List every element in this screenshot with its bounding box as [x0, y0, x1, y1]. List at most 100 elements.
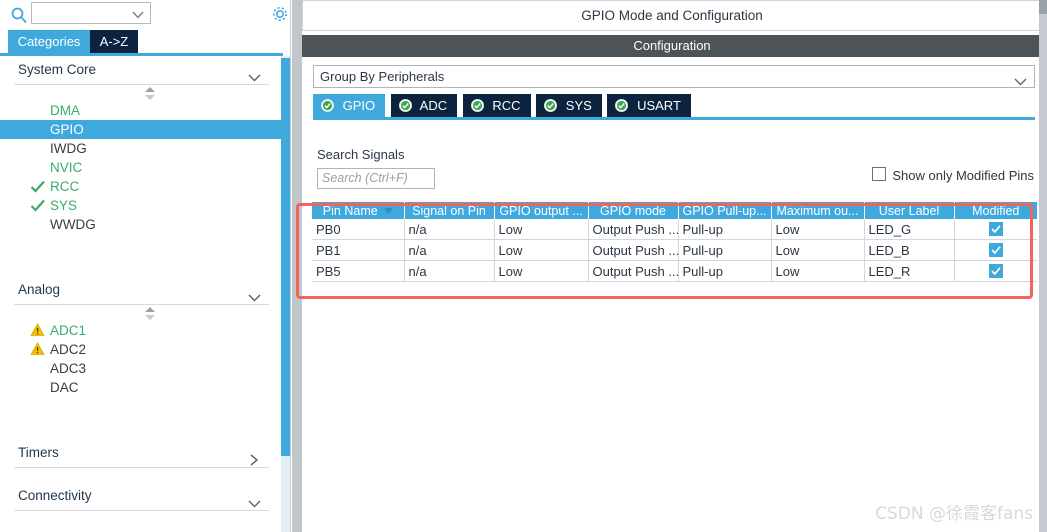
table-empty-row	[312, 282, 1037, 304]
cell-signal-on-pin: n/a	[404, 219, 495, 240]
tree-item-adc3[interactable]: ADC3	[14, 359, 269, 378]
tab-label: SYS	[565, 98, 592, 113]
tree-item-label: RCC	[50, 179, 80, 194]
check-icon	[30, 179, 46, 194]
cell-gpio-output[interactable]: Low	[494, 219, 589, 240]
cell-modified	[954, 260, 1037, 282]
show-only-modified-checkbox[interactable]	[872, 167, 887, 181]
tab-categories[interactable]: Categories	[8, 30, 90, 53]
tab-sys[interactable]: SYS	[536, 94, 602, 117]
tree-item-sys[interactable]: SYS	[14, 196, 269, 215]
cell-gpio-output[interactable]: Low	[494, 239, 589, 261]
cell-gpio-mode[interactable]: Output Push ...	[588, 260, 679, 282]
column-header-modified[interactable]: Modified	[954, 202, 1037, 219]
cell-user-label[interactable]: LED_G	[864, 219, 955, 240]
tree-group-header-analog[interactable]: Analog	[14, 276, 269, 305]
cell-gpio-pullup[interactable]: Pull-up	[678, 239, 772, 261]
tree-scroll-spinner[interactable]	[14, 85, 269, 101]
outer-scrollbar-track[interactable]	[292, 0, 302, 532]
tree-item-label: WWDG	[50, 217, 96, 232]
window-scrollbar-track[interactable]	[1039, 0, 1047, 532]
cell-pin-name: PB1	[312, 239, 405, 261]
table-row[interactable]: PB1 n/a Low Output Push ... Pull-up Low …	[312, 239, 1037, 261]
tab-label: RCC	[492, 98, 521, 113]
tab-label: USART	[637, 98, 681, 113]
modified-checkbox	[988, 263, 1003, 278]
tree-group-title: Analog	[18, 282, 61, 297]
column-header-signal-on-pin[interactable]: Signal on Pin	[404, 202, 495, 219]
peripheral-tree: System Core DMA GPIO IWDG NVIC RCC SYS W…	[0, 56, 283, 532]
cell-gpio-mode[interactable]: Output Push ...	[588, 219, 679, 240]
tree-group-title: Connectivity	[18, 488, 92, 503]
tree-item-adc2[interactable]: ADC2	[14, 340, 269, 359]
column-header-pin-name[interactable]: Pin Name	[312, 202, 405, 219]
sidebar-tabs: Categories A->Z	[0, 30, 290, 53]
chevron-down-icon	[248, 491, 261, 508]
show-only-modified-pins[interactable]: Show only Modified Pins	[872, 167, 1034, 183]
tree-item-iwdg[interactable]: IWDG	[14, 139, 269, 158]
column-header-maximum-output[interactable]: Maximum ou...	[771, 202, 865, 219]
cell-maximum-output[interactable]: Low	[771, 239, 865, 261]
tree-item-label: NVIC	[50, 160, 83, 175]
column-header-user-label[interactable]: User Label	[864, 202, 955, 219]
search-signals-label: Search Signals	[317, 147, 405, 162]
signal-search-placeholder: Search (Ctrl+F)	[322, 171, 408, 185]
configuration-panel: GPIO Mode and Configuration Configuratio…	[302, 0, 1047, 532]
cell-pin-name: PB5	[312, 260, 405, 282]
column-header-gpio-mode[interactable]: GPIO mode	[588, 202, 679, 219]
tree-group-header-timers[interactable]: Timers	[14, 439, 269, 468]
configuration-content: Group By Peripherals GPIO ADC RCC SYS US…	[307, 62, 1042, 532]
cell-maximum-output[interactable]: Low	[771, 219, 865, 240]
tree-item-wwdg[interactable]: WWDG	[14, 215, 269, 234]
warning-icon	[30, 342, 46, 357]
cell-user-label[interactable]: LED_B	[864, 239, 955, 261]
column-header-gpio-output[interactable]: GPIO output ...	[494, 202, 589, 219]
chevron-down-icon	[248, 65, 261, 82]
tree-group-spacer	[14, 234, 269, 276]
tree-group-analog: Analog ADC1 ADC2 ADC3 DAC	[14, 276, 269, 439]
tab-rcc[interactable]: RCC	[462, 94, 531, 117]
tab-a-to-z[interactable]: A->Z	[90, 30, 138, 53]
tree-item-label: SYS	[50, 198, 78, 213]
table-empty-cell	[312, 282, 1037, 304]
tab-usart[interactable]: USART	[607, 94, 691, 117]
cell-gpio-pullup[interactable]: Pull-up	[678, 219, 772, 240]
app-root: Categories A->Z System Core DMA GPIO IWD…	[0, 0, 1047, 532]
sidebar-scrollbar-thumb[interactable]	[281, 58, 290, 456]
cell-gpio-mode[interactable]: Output Push ...	[588, 239, 679, 261]
tree-group-spacer	[0, 468, 283, 482]
column-header-gpio-pullup[interactable]: GPIO Pull-up...	[678, 202, 772, 219]
cell-maximum-output[interactable]: Low	[771, 260, 865, 282]
tree-item-rcc[interactable]: RCC	[14, 177, 269, 196]
tree-item-dac[interactable]: DAC	[14, 378, 269, 397]
chevron-right-icon	[248, 448, 261, 466]
search-icon	[10, 6, 28, 24]
ok-check-icon	[470, 96, 484, 112]
tree-item-dma[interactable]: DMA	[14, 101, 269, 120]
chevron-down-icon	[132, 8, 144, 19]
gear-icon[interactable]	[270, 4, 290, 24]
cell-gpio-output[interactable]: Low	[494, 260, 589, 282]
tree-scroll-spinner[interactable]	[14, 305, 269, 321]
cell-modified	[954, 239, 1037, 261]
table-row[interactable]: PB5 n/a Low Output Push ... Pull-up Low …	[312, 260, 1037, 282]
tree-group-header-system-core[interactable]: System Core	[14, 56, 269, 85]
tab-gpio[interactable]: GPIO	[313, 94, 386, 117]
cell-gpio-pullup[interactable]: Pull-up	[678, 260, 772, 282]
peripheral-tabs: GPIO ADC RCC SYS USART	[313, 94, 693, 117]
chevron-down-icon	[1014, 72, 1027, 86]
group-by-select[interactable]: Group By Peripherals	[313, 65, 1035, 88]
cell-user-label[interactable]: LED_R	[864, 260, 955, 282]
tab-adc[interactable]: ADC	[390, 94, 458, 117]
tree-group-header-connectivity[interactable]: Connectivity	[14, 482, 269, 511]
tree-item-nvic[interactable]: NVIC	[14, 158, 269, 177]
tree-item-gpio[interactable]: GPIO	[0, 120, 283, 139]
check-icon	[30, 198, 46, 213]
search-combo[interactable]	[31, 2, 151, 24]
signal-search-input[interactable]: Search (Ctrl+F)	[317, 168, 435, 189]
cell-signal-on-pin: n/a	[404, 239, 495, 261]
column-label: Pin Name	[322, 204, 378, 218]
window-scrollbar-thumb[interactable]	[1039, 0, 1047, 14]
table-row[interactable]: PB0 n/a Low Output Push ... Pull-up Low …	[312, 219, 1037, 240]
tree-item-adc1[interactable]: ADC1	[14, 321, 269, 340]
